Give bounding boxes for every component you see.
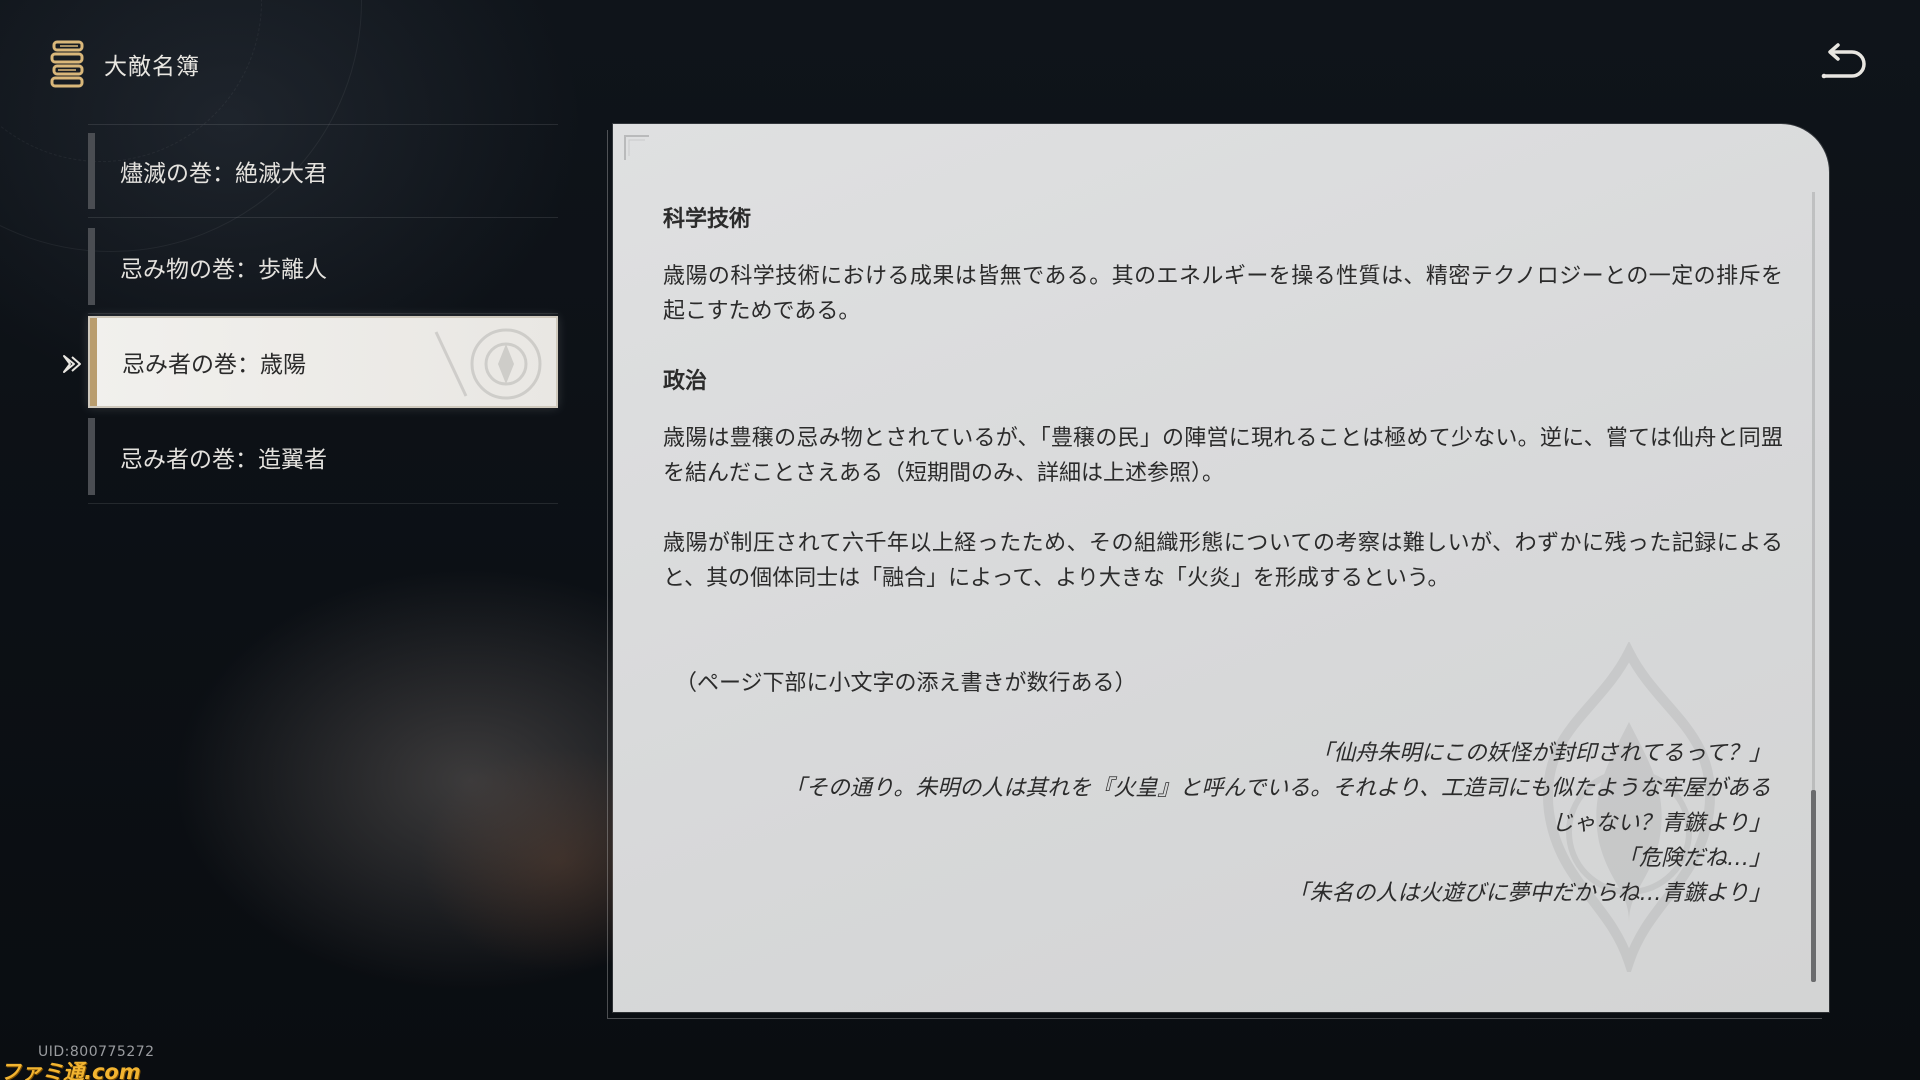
sidebar-item-label: 燼滅の巻：絶滅大君 <box>120 161 327 187</box>
content-panel: 科学技術 歳陽の科学技術における成果は皆無である。其のエネルギーを操る性質は、精… <box>613 124 1829 1012</box>
sidebar: 燼滅の巻：絶滅大君 忌み物の巻：歩離人 忌み者の巻：歳陽 忌み者の巻：造翼者 <box>63 124 558 506</box>
paragraph-politics-2: 歳陽が制圧されて六千年以上経ったため、その組織形態についての考察は難しいが、わず… <box>663 531 1783 591</box>
header: 大敵名簿 <box>50 40 200 88</box>
selection-arrow-icon <box>63 355 81 373</box>
section-heading-tech: 科学技術 <box>663 207 752 232</box>
paragraph-politics-1: 歳陽は豊穣の忌み物とされているが、「豊穣の民」の陣営に現れることは極めて少ない。… <box>663 426 1783 486</box>
sidebar-item-3[interactable]: 忌み者の巻：造翼者 <box>88 410 558 504</box>
quote-block: 「仙舟朱明にこの妖怪が封印されてるって？」 「その通り。朱明の人は其れを『火皇』… <box>663 736 1783 911</box>
screen: 大敵名簿 燼滅の巻：絶滅大君 忌み物の巻：歩離人 忌み者の巻：歳陽 忌み者の巻：… <box>0 0 1920 1080</box>
back-arrow-icon <box>1821 43 1866 79</box>
quote-line: 「仙舟朱明にこの妖怪が封印されてるって？」 <box>1311 741 1771 766</box>
sidebar-item-1[interactable]: 忌み物の巻：歩離人 <box>88 220 558 314</box>
item-indicator-bar <box>88 418 95 495</box>
quote-line: 「危険だね…」 <box>1616 846 1771 871</box>
page-title: 大敵名簿 <box>104 54 200 80</box>
sidebar-item-label: 忌み物の巻：歩離人 <box>120 256 327 283</box>
quote-line: じゃない？青鏃より」 <box>1551 811 1771 836</box>
item-indicator-bar <box>88 228 95 305</box>
back-button[interactable] <box>1818 42 1866 86</box>
sidebar-item-label: 忌み者の巻：造翼者 <box>120 446 327 473</box>
item-indicator-bar <box>90 318 97 406</box>
quote-line: 「その通り。朱明の人は其れを『火皇』と呼んでいる。それより、工造司にも似たような… <box>783 776 1771 801</box>
aside-note: （ページ下部に小文字の添え書きが数行ある） <box>675 671 1137 696</box>
emblem-icon <box>434 328 542 400</box>
sidebar-item-0[interactable]: 燼滅の巻：絶滅大君 <box>88 124 558 218</box>
item-indicator-bar <box>88 133 95 209</box>
sidebar-item-label: 忌み者の巻：歳陽 <box>122 352 306 378</box>
corner-mark-icon <box>624 135 649 160</box>
quote-line: 「朱名の人は火遊びに夢中だからね…青鏃より」 <box>1287 881 1771 906</box>
scrollbar-thumb[interactable] <box>1811 790 1816 982</box>
site-watermark-logo: ファミ通.com <box>0 1060 141 1080</box>
sidebar-item-2-selected[interactable]: 忌み者の巻：歳陽 <box>63 316 558 408</box>
section-heading-politics: 政治 <box>663 369 708 394</box>
content-body: 科学技術 歳陽の科学技術における成果は皆無である。其のエネルギーを操る性質は、精… <box>663 202 1783 911</box>
scrollbar[interactable] <box>1811 192 1816 982</box>
book-icon <box>50 40 84 88</box>
paragraph-tech: 歳陽の科学技術における成果は皆無である。其のエネルギーを操る性質は、精密テクノロ… <box>663 264 1783 324</box>
